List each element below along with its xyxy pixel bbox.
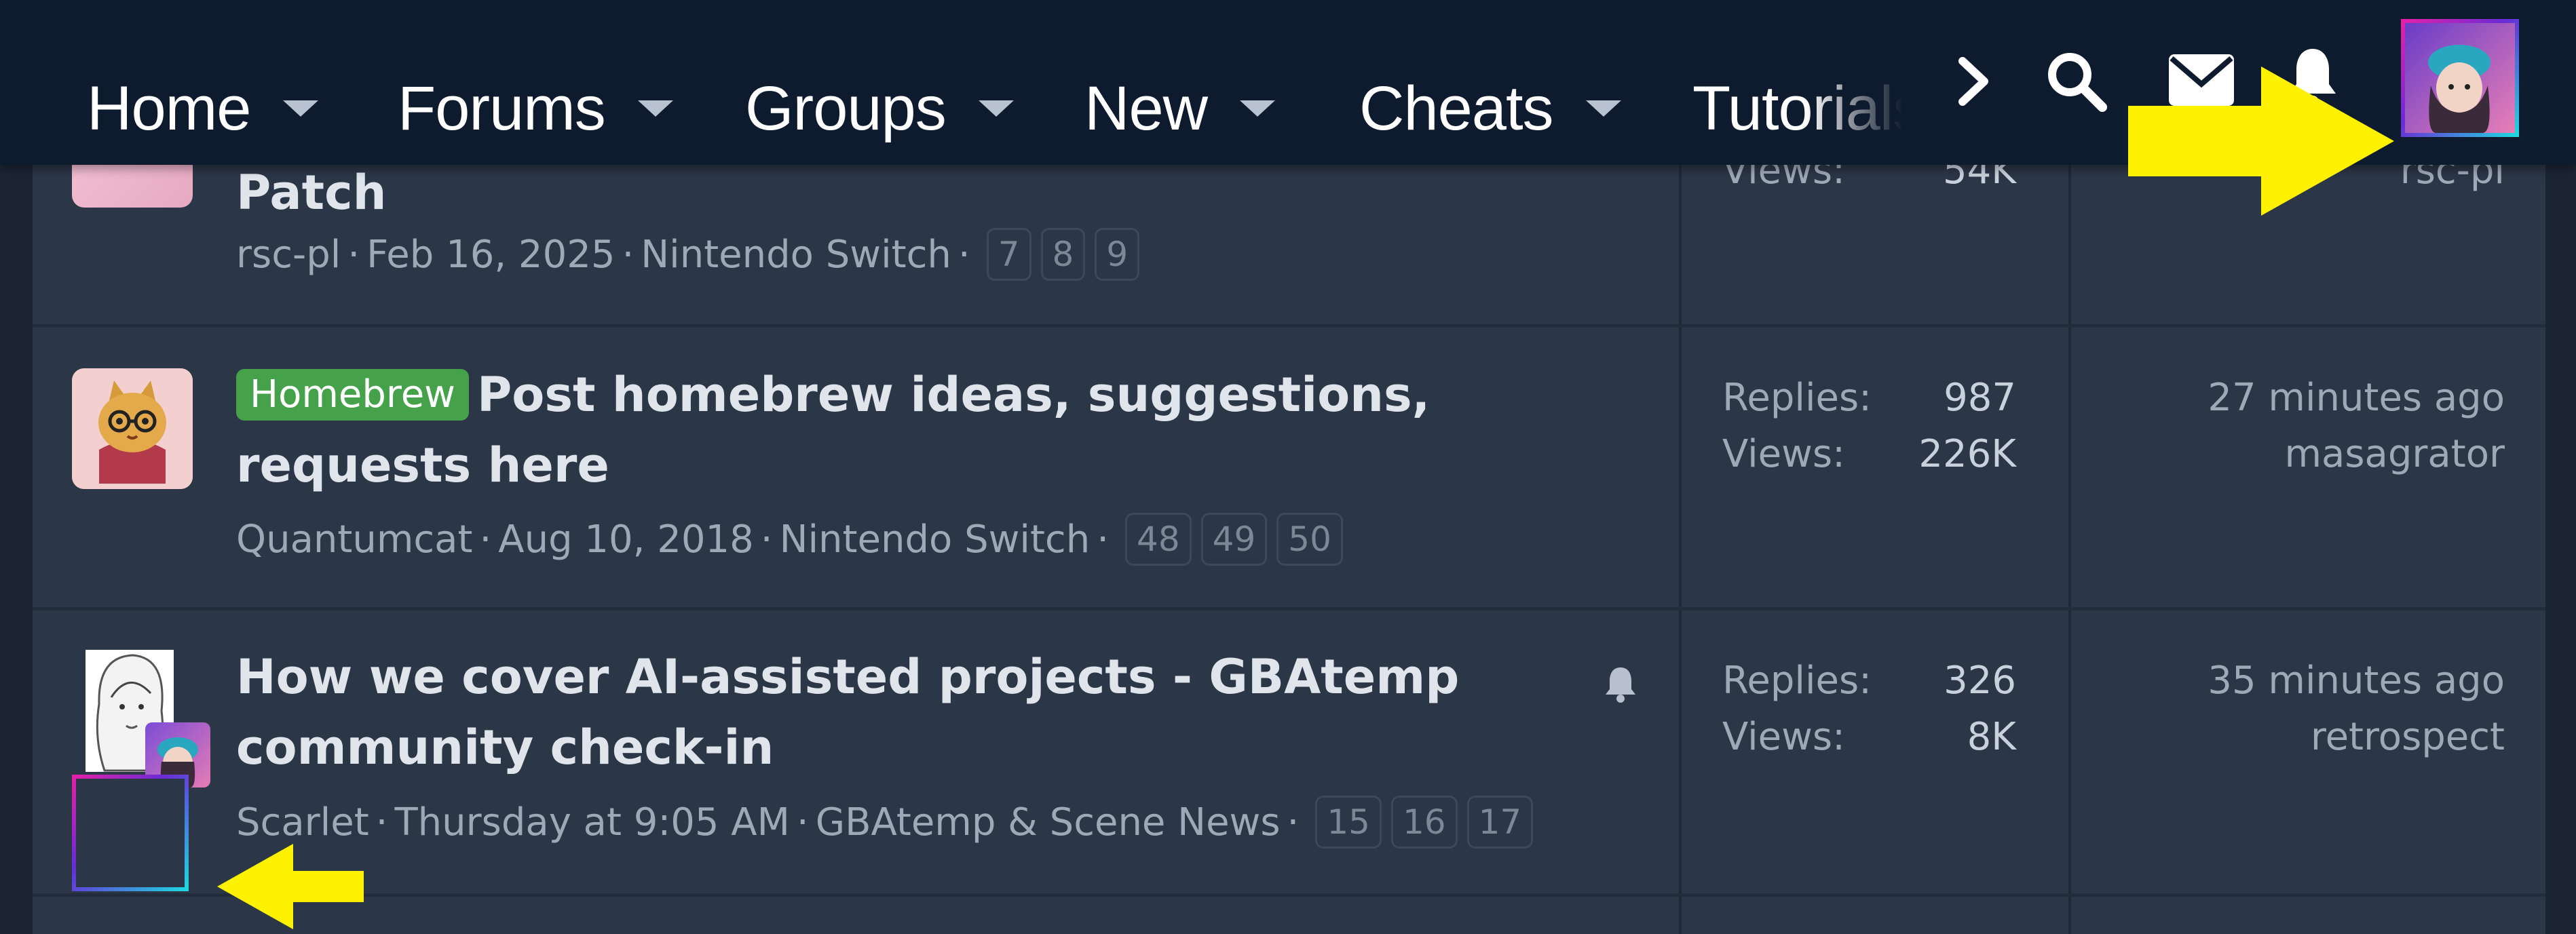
page-link[interactable]: 16 xyxy=(1390,796,1458,849)
page-link[interactable]: 8 xyxy=(1040,228,1086,281)
dropdown-caret-icon[interactable] xyxy=(1240,100,1276,117)
thread-row[interactable]: How we cover AI-assisted projects - GBAt… xyxy=(33,610,2545,893)
thread-author[interactable]: Scarlet xyxy=(236,800,369,844)
views-label: Views: xyxy=(1722,432,1845,476)
replies-count: 987 xyxy=(1944,376,2016,420)
thread-title[interactable]: Patch xyxy=(236,157,1661,228)
thread-meta: Scarlet · Thursday at 9:05 AM · GBAtemp & Sc… xyxy=(236,796,1534,850)
homebrew-prefix-badge[interactable]: Homebrew xyxy=(236,369,469,421)
user-avatar-image xyxy=(2405,23,2515,133)
thread-date[interactable]: Thursday at 9:05 AM xyxy=(394,800,789,844)
row-divider xyxy=(33,893,2545,897)
dropdown-caret-icon[interactable] xyxy=(978,100,1014,117)
page-link[interactable]: 15 xyxy=(1315,796,1382,849)
thread-title[interactable]: How we cover AI-assisted projects - GBAt… xyxy=(236,642,1593,783)
page-link[interactable]: 17 xyxy=(1466,796,1534,849)
avatar-frame-highlight[interactable] xyxy=(72,775,189,891)
thread-author[interactable]: rsc-pl xyxy=(236,233,341,277)
views-label: Views: xyxy=(1722,715,1845,759)
thread-row[interactable]: Homebrew Post homebrew ideas, suggestions… xyxy=(33,328,2545,607)
nav-tab-cheats[interactable]: Cheats xyxy=(1359,68,1621,149)
last-poster[interactable]: retrospect xyxy=(2311,710,2505,764)
annotation-arrow-right xyxy=(2128,66,2394,216)
dropdown-caret-icon[interactable] xyxy=(283,100,319,117)
thread-author-avatar[interactable] xyxy=(72,368,193,489)
replies-count: 326 xyxy=(1944,659,2016,703)
views-count: 226K xyxy=(1918,432,2016,476)
chevron-right-icon[interactable] xyxy=(1953,54,1994,109)
page-link[interactable]: 9 xyxy=(1095,228,1140,281)
thread-title[interactable]: Homebrew Post homebrew ideas, suggestions… xyxy=(236,359,1661,501)
search-icon[interactable] xyxy=(2044,49,2109,114)
page-link[interactable]: 7 xyxy=(986,228,1031,281)
replies-label: Replies: xyxy=(1722,376,1872,420)
nav-tab-new[interactable]: New xyxy=(1084,68,1276,149)
thread-date[interactable]: Aug 10, 2018 xyxy=(498,518,754,562)
thread-forum[interactable]: Nintendo Switch xyxy=(641,233,951,277)
page-link[interactable]: 49 xyxy=(1200,513,1268,566)
thread-meta: Quantumcat · Aug 10, 2018 · Nintendo Switch ·… xyxy=(236,513,1343,567)
views-count: 8K xyxy=(1967,715,2016,759)
bell-icon[interactable] xyxy=(1600,663,1641,704)
thread-forum[interactable]: GBAtemp & Scene News xyxy=(816,800,1281,844)
annotation-arrow-left xyxy=(217,844,364,929)
dropdown-caret-icon[interactable] xyxy=(637,100,673,117)
last-post-time[interactable]: 35 minutes ago xyxy=(2208,654,2505,708)
last-post-time[interactable]: 27 minutes ago xyxy=(2208,371,2505,425)
thread-forum[interactable]: Nintendo Switch xyxy=(780,518,1091,562)
thread-meta: rsc-pl · Feb 16, 2025 · Nintendo Switch · 7 8 9 xyxy=(236,228,1140,282)
thread-author[interactable]: Quantumcat xyxy=(236,518,472,562)
replies-label: Replies: xyxy=(1722,659,1872,703)
page-link[interactable]: 50 xyxy=(1276,513,1343,566)
page-link[interactable]: 48 xyxy=(1125,513,1192,566)
nav-tab-groups[interactable]: Groups xyxy=(745,68,1014,149)
thread-date[interactable]: Feb 16, 2025 xyxy=(366,233,615,277)
dropdown-caret-icon[interactable] xyxy=(1585,100,1621,117)
cat-avatar-image xyxy=(72,368,193,489)
nav-overflow-fade xyxy=(1805,41,1927,163)
nav-tab-home[interactable]: Home xyxy=(87,68,319,149)
last-poster[interactable]: masagrator xyxy=(2285,427,2505,482)
nav-tab-forums[interactable]: Forums xyxy=(398,68,673,149)
user-avatar-menu[interactable] xyxy=(2401,19,2519,137)
